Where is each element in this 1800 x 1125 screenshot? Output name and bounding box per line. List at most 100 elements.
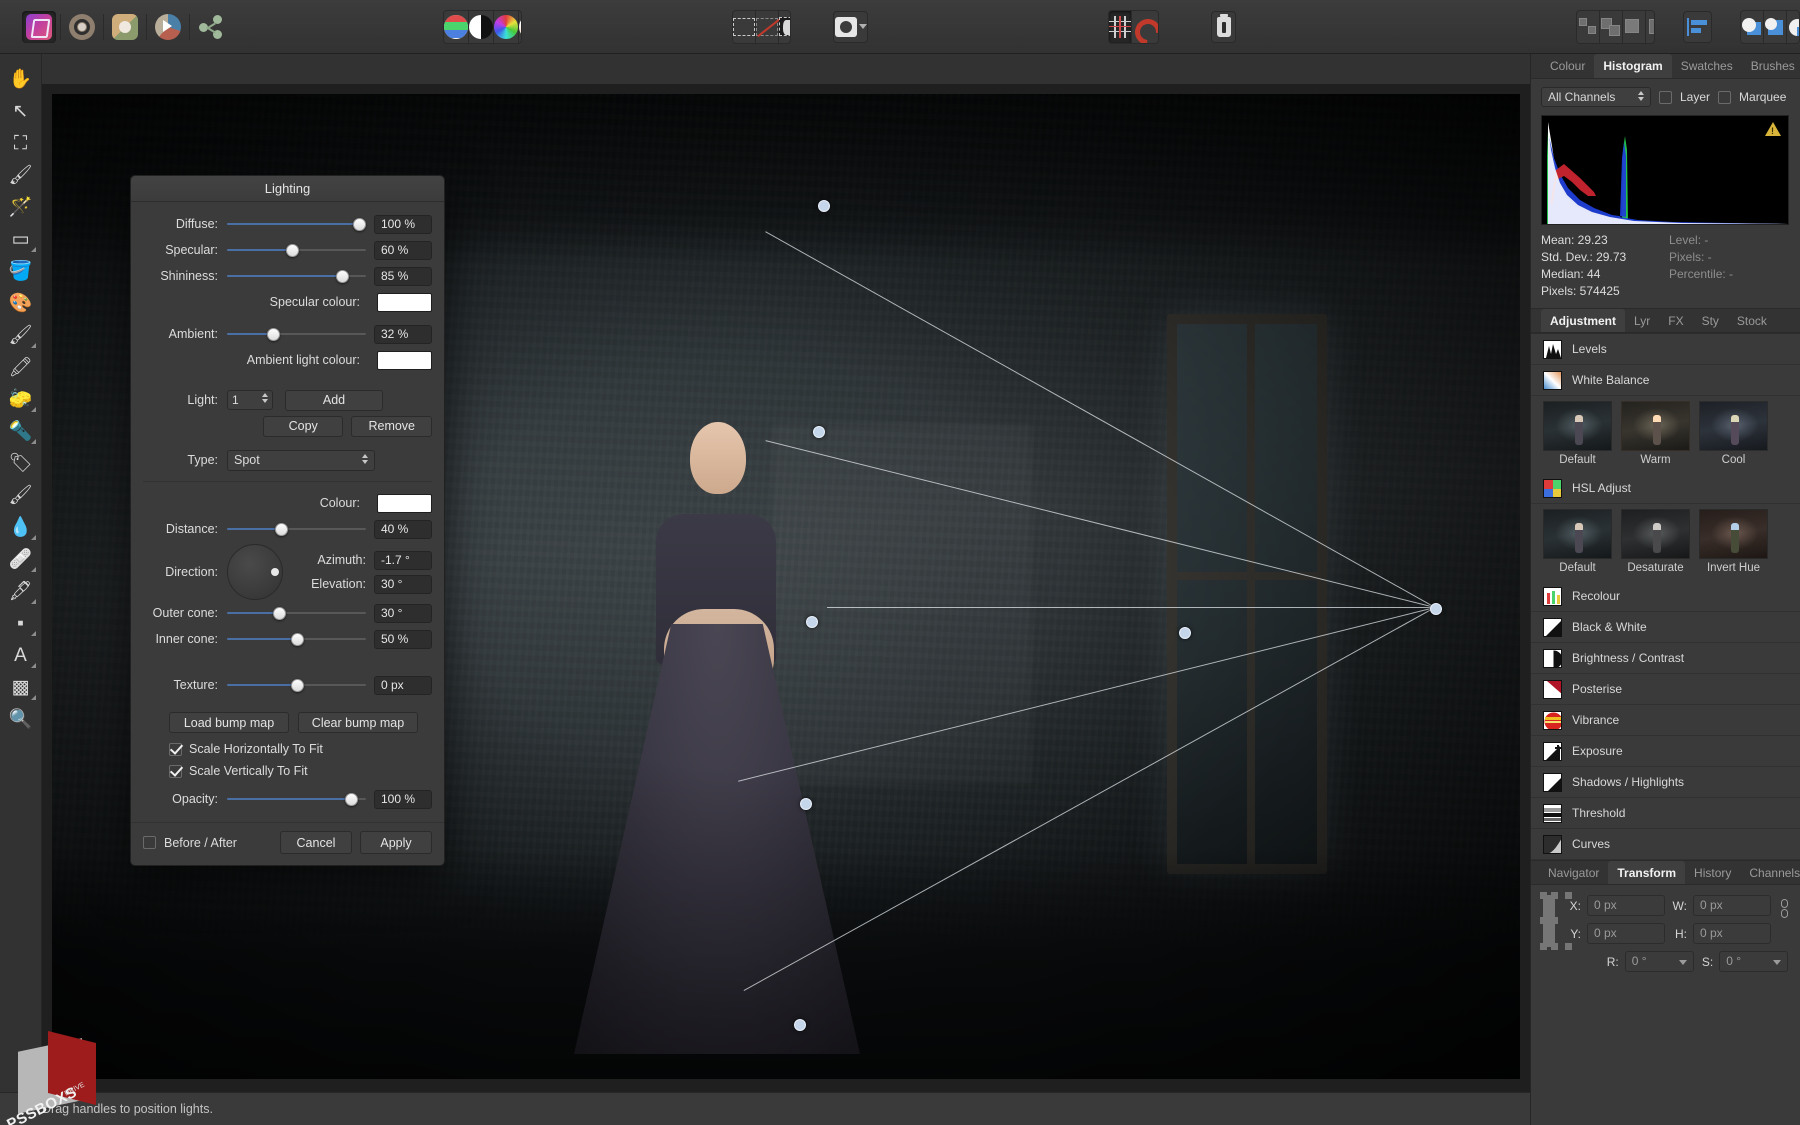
layer-checkbox[interactable] — [1659, 91, 1672, 104]
scale-horizontally-row[interactable]: Scale Horizontally To Fit — [143, 738, 432, 760]
scale-vertically-checkbox[interactable] — [169, 765, 182, 778]
tab-channels[interactable]: Channels — [1740, 861, 1800, 884]
light-handle-focus[interactable] — [1430, 603, 1442, 615]
select-arrows-icon[interactable] — [362, 454, 368, 464]
light-handle[interactable] — [800, 798, 812, 810]
adjustment-row-hsl-adjust[interactable]: HSL Adjust — [1531, 473, 1800, 504]
pen-tool[interactable]: 🖋 — [4, 576, 38, 606]
shininess-value[interactable]: 85 % — [374, 267, 432, 286]
flood-select-tool[interactable]: 🪄 — [4, 192, 38, 222]
adjustment-row-levels[interactable]: Levels — [1531, 334, 1800, 365]
gradient-preview-icon[interactable] — [519, 11, 522, 43]
marquee-tool[interactable]: ▭ — [4, 224, 38, 254]
select-arrows-icon[interactable] — [1638, 91, 1644, 101]
specular-value[interactable]: 60 % — [374, 241, 432, 260]
light-handle[interactable] — [806, 616, 818, 628]
preset-thumbnail[interactable]: Default — [1543, 509, 1612, 574]
arrange-front-icon[interactable] — [1646, 11, 1655, 43]
ellipse-tool-icon[interactable] — [833, 11, 868, 43]
texture-slider[interactable] — [227, 676, 366, 694]
tone-mapping-persona-icon[interactable] — [151, 11, 185, 43]
elevation-value[interactable]: 30 ° — [374, 575, 432, 594]
arrange-move-back-icon[interactable] — [1600, 11, 1623, 43]
scale-vertically-row[interactable]: Scale Vertically To Fit — [143, 760, 432, 782]
link-ratio-icon[interactable] — [1781, 895, 1788, 921]
tab-stock[interactable]: Stock — [1728, 309, 1776, 332]
dodge-brush-tool[interactable]: 🔦 — [4, 416, 38, 446]
tab-histogram[interactable]: Histogram — [1594, 54, 1671, 78]
direction-dial[interactable] — [227, 544, 283, 600]
remove-light-button[interactable]: Remove — [351, 416, 432, 437]
smudge-tool[interactable]: 💧 — [4, 512, 38, 542]
half-tone-icon[interactable] — [469, 11, 494, 43]
rectangle-tool[interactable]: ▪ — [4, 608, 38, 638]
tab-fx[interactable]: FX — [1659, 309, 1692, 332]
preset-thumbnail[interactable]: Invert Hue — [1699, 509, 1768, 574]
outer-cone-value[interactable]: 30 ° — [374, 604, 432, 623]
diffuse-slider[interactable] — [227, 215, 366, 233]
arrange-move-forward-icon[interactable] — [1623, 11, 1646, 43]
adjustment-row-brightness-contrast[interactable]: Brightness / Contrast — [1531, 643, 1800, 674]
view-tool[interactable]: ✋ — [4, 64, 38, 94]
tab-brushes[interactable]: Brushes — [1742, 54, 1800, 78]
trash-icon[interactable] — [1211, 11, 1237, 43]
diffuse-value[interactable]: 100 % — [374, 215, 432, 234]
rgb-preview-icon[interactable] — [444, 11, 469, 43]
export-persona-icon[interactable] — [194, 11, 228, 43]
shininess-slider[interactable] — [227, 267, 366, 285]
before-after-checkbox[interactable] — [143, 836, 156, 849]
copy-light-button[interactable]: Copy — [263, 416, 344, 437]
adjustment-row-posterise[interactable]: Posterise — [1531, 674, 1800, 705]
light-handle[interactable] — [813, 426, 825, 438]
boolean-divide-icon[interactable] — [1787, 11, 1800, 43]
adjustment-row-vibrance[interactable]: Vibrance — [1531, 705, 1800, 736]
magnet-icon[interactable] — [1132, 11, 1159, 43]
tab-history[interactable]: History — [1685, 861, 1740, 884]
tab-sty[interactable]: Sty — [1693, 309, 1728, 332]
boolean-subtract-icon[interactable] — [1764, 11, 1787, 43]
channel-select[interactable]: All Channels — [1541, 87, 1651, 107]
light-colour-swatch[interactable] — [377, 494, 432, 513]
preset-thumbnail[interactable]: Default — [1543, 401, 1612, 466]
adjustment-row-black-white[interactable]: Black & White — [1531, 612, 1800, 643]
ambient-colour-swatch[interactable] — [377, 351, 432, 370]
adjustment-row-white-balance[interactable]: White Balance — [1531, 365, 1800, 396]
tab-colour[interactable]: Colour — [1541, 54, 1594, 78]
light-index-stepper[interactable]: 1 — [227, 390, 273, 410]
preset-thumbnail[interactable]: Desaturate — [1621, 509, 1690, 574]
distance-slider[interactable] — [227, 520, 366, 538]
r-field[interactable]: 0 ° — [1625, 951, 1694, 972]
mesh-warp-tool[interactable]: ▩ — [4, 672, 38, 702]
texture-value[interactable]: 0 px — [374, 676, 432, 695]
opacity-slider[interactable] — [227, 790, 366, 808]
undo-brush-tool[interactable]: 🖌 — [4, 480, 38, 510]
adjustment-row-threshold[interactable]: Threshold — [1531, 798, 1800, 829]
selection-brush-tool[interactable]: 🖌 — [4, 160, 38, 190]
boolean-add-icon[interactable] — [1741, 11, 1764, 43]
load-bump-map-button[interactable]: Load bump map — [169, 712, 289, 733]
distance-value[interactable]: 40 % — [374, 520, 432, 539]
colour-wheel-icon[interactable] — [494, 11, 519, 43]
stepper-arrows-icon[interactable] — [262, 393, 268, 403]
crop-tool[interactable]: ⛶ — [4, 128, 38, 158]
transform-anchor-widget[interactable] — [1543, 895, 1555, 947]
inner-cone-slider[interactable] — [227, 630, 366, 648]
ambient-value[interactable]: 32 % — [374, 325, 432, 344]
align-left-icon[interactable] — [1683, 11, 1712, 43]
dial-handle[interactable] — [271, 568, 279, 576]
paint-brush-tool[interactable]: 🖌 — [4, 320, 38, 350]
zoom-tool[interactable]: 🔍 — [4, 704, 38, 734]
light-type-select[interactable]: Spot — [227, 450, 375, 471]
grid-icon[interactable] — [1109, 11, 1132, 43]
clone-brush-tool[interactable]: 🏷 — [4, 448, 38, 478]
h-field[interactable]: 0 px — [1693, 923, 1771, 944]
blemish-removal-tool[interactable]: 🩹 — [4, 544, 38, 574]
adjustment-row-exposure[interactable]: Exposure — [1531, 736, 1800, 767]
add-light-button[interactable]: Add — [285, 390, 383, 411]
rings-persona-icon[interactable] — [65, 11, 99, 43]
ambient-slider[interactable] — [227, 325, 366, 343]
w-field[interactable]: 0 px — [1693, 895, 1771, 916]
lighting-dialog[interactable]: Lighting Diffuse: 100 % Specular: 60 % S… — [130, 175, 445, 866]
y-field[interactable]: 0 px — [1587, 923, 1665, 944]
affinity-photo-icon[interactable] — [22, 11, 56, 43]
